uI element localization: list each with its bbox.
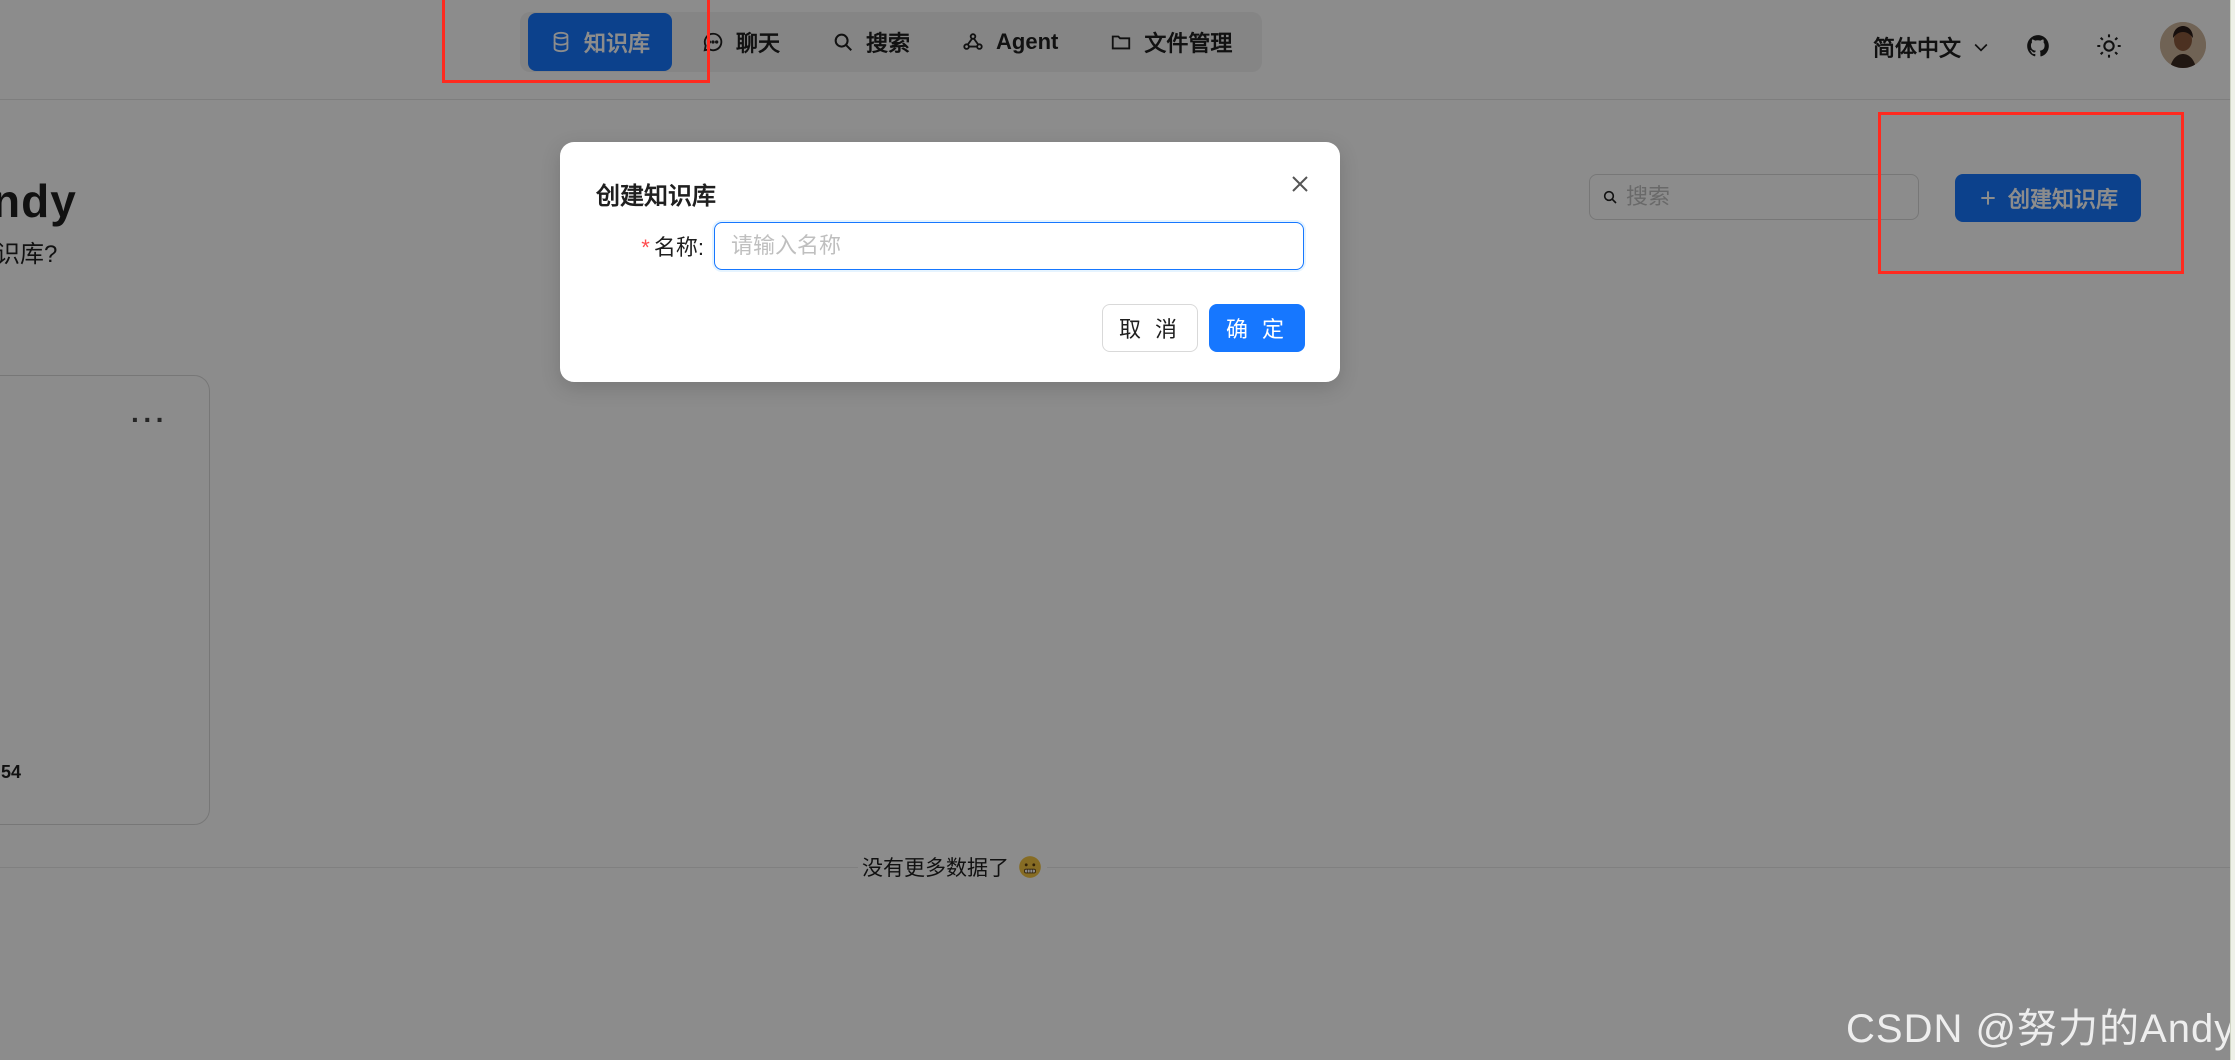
knowledge-base-page: 知识库 聊天 搜索 Agent 文件管理 简体中文 ndy 识库? 搜索 创建知… — [0, 0, 2234, 1060]
required-mark: * — [641, 235, 650, 260]
name-form-row: * 名称: — [596, 222, 1304, 270]
name-label: * 名称: — [641, 235, 704, 260]
name-label-text: 名称 — [653, 235, 698, 260]
close-icon — [1292, 176, 1308, 192]
name-input[interactable] — [714, 222, 1304, 270]
watermark: CSDN @努力的Andy — [1846, 1007, 2235, 1051]
create-kb-modal: 创建知识库 *名称: 取 消 确 定 — [560, 142, 1340, 382]
annotation-box-create — [1878, 112, 2184, 274]
window-edge — [2230, 0, 2235, 1060]
modal-close-button[interactable] — [1282, 166, 1318, 202]
confirm-button[interactable]: 确 定 — [1209, 304, 1305, 352]
modal-title: 创建知识库 — [596, 183, 716, 210]
annotation-box-nav — [442, 0, 710, 83]
cancel-button[interactable]: 取 消 — [1102, 304, 1198, 352]
